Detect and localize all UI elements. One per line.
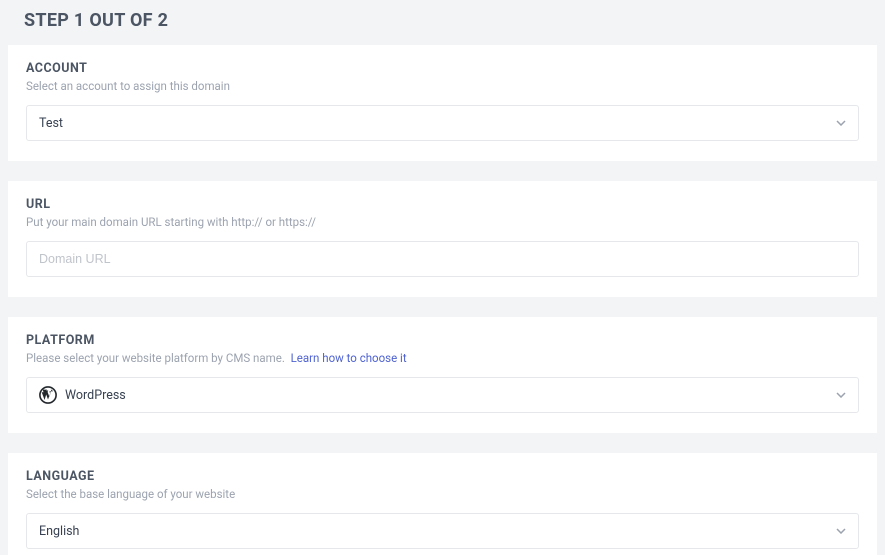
chevron-down-icon (836, 118, 846, 128)
url-card: URL Put your main domain URL starting wi… (8, 181, 877, 297)
platform-help: Please select your website platform by C… (26, 351, 285, 365)
platform-label: PLATFORM (26, 333, 859, 348)
platform-select[interactable]: WordPress (26, 377, 859, 413)
language-card: LANGUAGE Select the base language of you… (8, 453, 877, 555)
account-card: ACCOUNT Select an account to assign this… (8, 45, 877, 161)
language-help: Select the base language of your website (26, 487, 859, 501)
chevron-down-icon (836, 526, 846, 536)
account-help: Select an account to assign this domain (26, 79, 859, 93)
account-label: ACCOUNT (26, 61, 859, 76)
url-input-wrapper (26, 241, 859, 277)
url-help: Put your main domain URL starting with h… (26, 215, 859, 229)
url-label: URL (26, 197, 859, 212)
platform-select-value: WordPress (65, 388, 126, 403)
platform-help-link[interactable]: Learn how to choose it (291, 351, 407, 365)
chevron-down-icon (836, 390, 846, 400)
account-select[interactable]: Test (26, 105, 859, 141)
wordpress-icon (39, 386, 57, 404)
language-select[interactable]: English (26, 513, 859, 549)
url-input[interactable] (39, 242, 846, 276)
language-select-value: English (39, 524, 79, 539)
platform-card: PLATFORM Please select your website plat… (8, 317, 877, 433)
language-label: LANGUAGE (26, 469, 859, 484)
account-select-value: Test (39, 116, 63, 131)
platform-help-wrap: Please select your website platform by C… (26, 351, 859, 365)
step-title: STEP 1 OUT OF 2 (24, 10, 877, 31)
